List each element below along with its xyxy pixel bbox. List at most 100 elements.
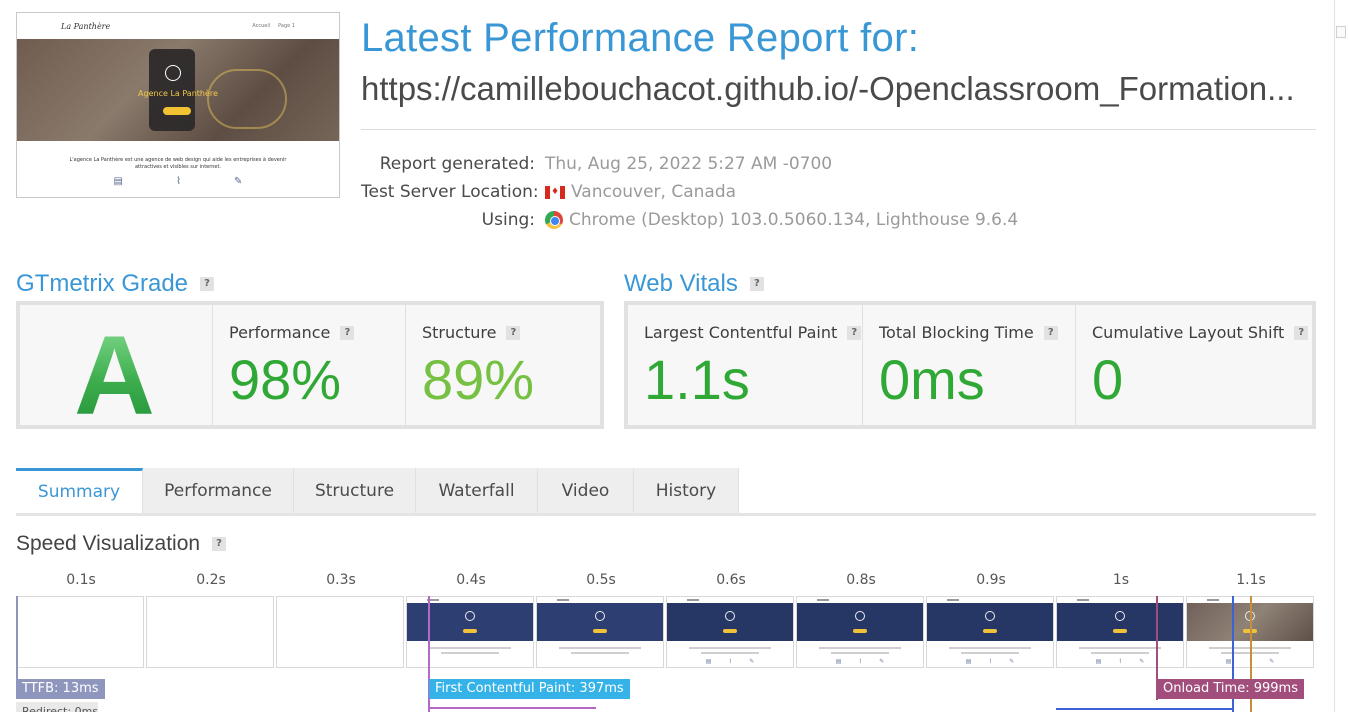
tbt-cell: Total Blocking Time ? 0ms (863, 305, 1076, 425)
meta-generated-row: Report generated: Thu, Aug 25, 2022 5:27… (361, 150, 1061, 178)
pencil-icon: ✎ (234, 176, 243, 187)
chrome-icon (545, 211, 563, 229)
filmstrip-frame[interactable]: ▤ ⌇ ✎ (796, 596, 924, 668)
divider (361, 129, 1316, 130)
frame-hero (407, 603, 533, 641)
frame-text-line (1079, 647, 1161, 649)
ttfb-line (16, 596, 18, 680)
tabs-underline (16, 513, 1316, 516)
frame-logo (985, 611, 995, 621)
scrollbar-thumb[interactable] (1336, 26, 1346, 38)
tab-waterfall[interactable]: Waterfall (416, 468, 538, 513)
grade-cell: A (20, 305, 213, 438)
frame-hero (1057, 603, 1183, 641)
filmstrip-frame[interactable] (536, 596, 664, 668)
lcp-value: 1.1s (644, 348, 750, 411)
chart-icon: ⌇ (176, 176, 181, 187)
canada-flag-icon: ♦ (545, 185, 565, 199)
timeline-tick: 0.1s (66, 572, 96, 588)
tab-performance[interactable]: Performance (143, 468, 294, 513)
timeline-tick: 0.4s (456, 572, 486, 588)
pencil-icon: ✎ (749, 658, 755, 665)
timeline-tick: 0.8s (846, 572, 876, 588)
timeline-tick: 0.2s (196, 572, 226, 588)
cls-cell: Cumulative Layout Shift ? 0 (1076, 305, 1312, 425)
thumbnail-hero-title: Agence La Panthère (138, 89, 218, 98)
pencil-icon: ✎ (879, 658, 885, 665)
help-icon[interactable]: ? (340, 325, 355, 340)
performance-label: Performance (229, 323, 331, 342)
frame-text-line (571, 652, 629, 654)
frame-text-line (819, 647, 901, 649)
redirect-marker[interactable]: Redirect: 0ms (16, 702, 98, 712)
vertical-scrollbar[interactable] (1334, 0, 1335, 712)
thumbnail-nav: La Panthère Accueil Page 1 (17, 13, 339, 39)
frame-hero (667, 603, 793, 641)
tab-video[interactable]: Video (538, 468, 634, 513)
report-url[interactable]: https://camillebouchacot.github.io/-Open… (361, 70, 1301, 108)
frame-text-line (441, 652, 499, 654)
filmstrip-frame[interactable] (146, 596, 274, 668)
filmstrip-frame[interactable] (276, 596, 404, 668)
browser-icon: ▤ (965, 658, 972, 665)
lcp-range-line (1056, 708, 1232, 710)
section-title: Web Vitals (624, 270, 738, 297)
web-vitals-heading: Web Vitals ? (624, 270, 764, 298)
frame-logo (855, 611, 865, 621)
frame-button (983, 629, 997, 633)
fcp-marker[interactable]: First Contentful Paint: 397ms (429, 679, 630, 699)
tab-summary[interactable]: Summary (16, 468, 143, 513)
onload-marker[interactable]: Onload Time: 999ms (1157, 679, 1304, 699)
report-meta: Report generated: Thu, Aug 25, 2022 5:27… (361, 150, 1061, 234)
filmstrip-frame[interactable]: ▤ ⌇ ✎ (666, 596, 794, 668)
help-icon[interactable]: ? (1294, 325, 1309, 340)
filmstrip-frame[interactable]: ▤ ⌇ ✎ (1056, 596, 1184, 668)
web-vitals-panel: Largest Contentful Paint ? 1.1s Total Bl… (624, 301, 1316, 429)
help-icon[interactable]: ? (749, 277, 764, 291)
chart-icon: ⌇ (858, 658, 862, 665)
thumbnail-logo: La Panthère (61, 21, 111, 31)
frame-button (1113, 629, 1127, 633)
frame-text-line (689, 647, 771, 649)
lcp-label: Largest Contentful Paint (644, 323, 838, 342)
structure-score: 89% (422, 348, 535, 411)
help-icon[interactable]: ? (200, 277, 215, 291)
help-icon[interactable]: ? (847, 325, 862, 340)
timeline-tick: 0.5s (586, 572, 616, 588)
meta-value: Chrome (Desktop) 103.0.5060.134, Lightho… (569, 210, 1019, 230)
browser-icon: ▤ (1095, 658, 1102, 665)
filmstrip-frame[interactable] (406, 596, 534, 668)
filmstrip: ▤⌇✎▤⌇✎▤⌇✎▤⌇✎▤⌇✎ (16, 596, 1316, 668)
help-icon[interactable]: ? (212, 537, 227, 551)
pencil-icon: ✎ (1139, 658, 1145, 665)
page-screenshot-thumbnail[interactable]: La Panthère Accueil Page 1 Agence La Pan… (16, 12, 340, 198)
browser-icon: ▤ (1225, 658, 1232, 665)
timeline-tick: 0.9s (976, 572, 1006, 588)
browser-icon: ▤ (113, 176, 123, 187)
filmstrip-frame[interactable]: ▤ ⌇ ✎ (926, 596, 1054, 668)
timeline-tick: 0.3s (326, 572, 356, 588)
frame-logo (725, 611, 735, 621)
chart-icon: ⌇ (988, 658, 992, 665)
tab-history[interactable]: History (634, 468, 739, 513)
help-icon[interactable]: ? (1043, 325, 1058, 340)
frame-logo (595, 611, 605, 621)
performance-cell: Performance ? 98% (213, 305, 406, 425)
gtmetrix-grade-panel: A Performance ? 98% Structure ? 89% (16, 301, 604, 438)
help-icon[interactable]: ? (506, 325, 521, 340)
ttfb-marker[interactable]: TTFB: 13ms (16, 679, 105, 699)
frame-text-line (559, 647, 641, 649)
frame-text-line (949, 647, 1031, 649)
structure-cell: Structure ? 89% (406, 305, 600, 425)
thumbnail-hero: Agence La Panthère (17, 39, 339, 141)
thumbnail-hero-decoration (207, 69, 287, 129)
cls-label: Cumulative Layout Shift (1092, 323, 1285, 342)
tab-structure[interactable]: Structure (294, 468, 416, 513)
frame-button (853, 629, 867, 633)
timeline-tick: 0.6s (716, 572, 746, 588)
frame-hero (797, 603, 923, 641)
meta-value: Thu, Aug 25, 2022 5:27 AM -0700 (545, 154, 833, 174)
timeline-ticks: 0.1s 0.2s 0.3s 0.4s 0.5s 0.6s 0.8s 0.9s 1s 1.1s (16, 572, 1316, 590)
timeline-tick: 1.1s (1236, 572, 1266, 588)
filmstrip-frame[interactable] (16, 596, 144, 668)
